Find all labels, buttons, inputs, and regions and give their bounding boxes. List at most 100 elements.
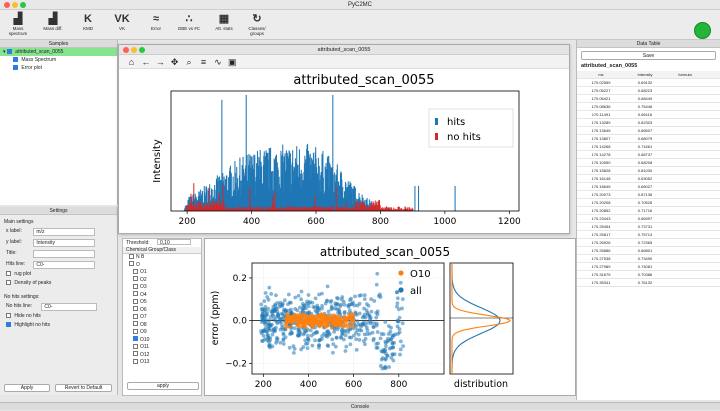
dbe-vs-c-button[interactable]: ∴ DBE vs #C <box>174 12 204 38</box>
table-row[interactable]: 170.26886 0.66801 <box>577 247 720 255</box>
all-point <box>286 302 290 307</box>
checkbox[interactable] <box>129 261 134 267</box>
mass-spectrum-button[interactable]: ▟ Mass spectrum <box>3 12 33 38</box>
checkbox[interactable] <box>6 312 11 318</box>
threshold-input[interactable]: 0,10 <box>157 239 192 246</box>
close-window-icon[interactable] <box>4 2 10 8</box>
configure-subplots-icon[interactable]: ≡ <box>197 55 210 69</box>
table-row[interactable]: 170.20073 0.87136 <box>577 191 720 199</box>
data-table-header: Data Table <box>577 40 720 48</box>
y-label-input[interactable]: Intensity <box>33 238 96 247</box>
rug-plot-row[interactable]: rug plot <box>6 270 117 280</box>
table-row[interactable]: 170.27538 0.73490 <box>577 255 720 263</box>
zoom-icon[interactable]: ⌕ <box>183 55 196 69</box>
table-row[interactable]: 170.06421 0.68449 <box>577 95 720 103</box>
title-input[interactable] <box>33 249 96 258</box>
checkbox[interactable] <box>133 343 138 349</box>
edit-axis-icon[interactable]: ∿ <box>211 55 224 69</box>
checkbox[interactable] <box>133 291 138 297</box>
checkbox[interactable] <box>13 64 18 70</box>
table-row[interactable]: 170.10550 0.68208 <box>577 159 720 167</box>
table-row[interactable]: 170.35341 0.76132 <box>577 279 720 287</box>
table-row[interactable]: 170.11491 0.66116 <box>577 111 720 119</box>
plot-window-title: attributed_scan_0055 <box>317 47 371 53</box>
save-table-button[interactable]: Save <box>581 51 716 60</box>
checkbox[interactable] <box>133 321 138 327</box>
checkbox[interactable] <box>133 336 138 342</box>
minimize-window-icon[interactable] <box>12 2 18 8</box>
sample-row-error-plot[interactable]: Error plot <box>0 64 117 72</box>
close-window-icon[interactable] <box>123 47 129 53</box>
revert-to-default-button[interactable]: Revert to Default <box>55 384 112 392</box>
checkbox[interactable] <box>133 306 138 312</box>
checkbox[interactable] <box>133 276 138 282</box>
console-bar[interactable]: Console <box>0 402 720 410</box>
table-row[interactable]: 170.13289 0.82303 <box>577 119 720 127</box>
table-row[interactable]: 170.16148 0.63052 <box>577 175 720 183</box>
table-row[interactable]: 170.20852 0.71716 <box>577 207 720 215</box>
table-row[interactable]: 170.25454 0.73731 <box>577 223 720 231</box>
vk-button[interactable]: VK VK <box>107 12 137 38</box>
checkbox[interactable] <box>6 279 11 285</box>
back-arrow-icon[interactable]: ← <box>139 55 152 69</box>
minimize-window-icon[interactable] <box>131 47 137 53</box>
checkbox[interactable] <box>133 298 138 304</box>
all-point <box>306 293 311 297</box>
table-row[interactable]: 170.20208 0.70526 <box>577 199 720 207</box>
checkbox[interactable] <box>133 328 138 334</box>
chem-group-item[interactable]: N B <box>123 253 201 262</box>
table-row[interactable]: 170.23443 0.66997 <box>577 215 720 223</box>
chem-group-item[interactable]: O13 <box>123 358 201 367</box>
table-row[interactable]: 170.14278 0.68737 <box>577 151 720 159</box>
error-button[interactable]: ≈ Error <box>141 12 171 38</box>
table-row[interactable]: 170.25817 0.75714 <box>577 231 720 239</box>
checkbox[interactable] <box>133 351 138 357</box>
checkbox[interactable] <box>133 268 138 274</box>
save-figure-icon[interactable]: ▣ <box>226 55 239 69</box>
table-row[interactable]: 170.14268 0.71661 <box>577 143 720 151</box>
checkbox[interactable] <box>6 270 11 276</box>
maximize-window-icon[interactable] <box>139 47 145 53</box>
pan-icon[interactable]: ✥ <box>168 55 181 69</box>
kmd-button[interactable]: K KMD <box>73 12 103 38</box>
table-row[interactable]: 170.26926 0.72365 <box>577 239 720 247</box>
maximize-window-icon[interactable] <box>20 2 26 8</box>
all-point <box>260 309 265 314</box>
checkbox[interactable] <box>133 283 138 289</box>
checkbox[interactable] <box>129 253 134 259</box>
highlight-no-hits-row[interactable]: Highlight no hits <box>6 321 117 331</box>
sample-row-mass-spectrum[interactable]: Mass Spectrum <box>0 56 117 64</box>
table-row[interactable]: 170.15828 0.81030 <box>577 167 720 175</box>
checkbox[interactable] <box>13 56 18 62</box>
table-row[interactable]: 170.18645 0.66027 <box>577 183 720 191</box>
hide-no-hits-row[interactable]: Hide no hits <box>6 312 117 322</box>
checkbox[interactable] <box>6 321 11 327</box>
checkbox[interactable] <box>133 313 138 319</box>
checkbox[interactable] <box>6 48 12 54</box>
forward-arrow-icon[interactable]: → <box>154 55 167 69</box>
table-row[interactable]: 170.08636 0.75446 <box>577 103 720 111</box>
x-label-input[interactable]: m/z <box>33 227 96 236</box>
all-point <box>339 335 344 340</box>
table-row[interactable]: 170.05227 0.68223 <box>577 87 720 95</box>
table-row[interactable]: 170.02559 0.69132 <box>577 79 720 87</box>
apply-settings-button[interactable]: Apply <box>4 384 50 392</box>
checkbox[interactable] <box>133 358 138 364</box>
density-of-peaks-row[interactable]: Density of peaks <box>6 279 117 289</box>
table-row[interactable]: 170.13645 0.66507 <box>577 127 720 135</box>
sample-row-scan[interactable]: ▾ attributed_scan_0055 <box>0 48 117 56</box>
chem-apply-button[interactable]: apply <box>127 382 199 390</box>
home-icon[interactable]: ⌂ <box>125 55 138 69</box>
status-indicator[interactable] <box>694 22 711 39</box>
mass-diff-button[interactable]: ▟ Mass diff. <box>38 12 68 38</box>
o10-point <box>327 318 332 322</box>
stats-icon: ▦ <box>218 13 230 25</box>
table-row[interactable]: 170.31675 0.70386 <box>577 271 720 279</box>
collapse-arrow-icon[interactable]: ▾ <box>3 49 6 55</box>
table-row[interactable]: 170.13807 0.68079 <box>577 135 720 143</box>
no-hits-line-input[interactable]: C0- <box>41 302 98 311</box>
classes-groups-button[interactable]: ↻ Classes/ groups <box>242 12 272 38</box>
table-row[interactable]: 170.27989 0.74081 <box>577 263 720 271</box>
hits-line-input[interactable]: C0- <box>33 260 96 269</box>
att-stats-button[interactable]: ▦ Att. stats <box>209 12 239 38</box>
